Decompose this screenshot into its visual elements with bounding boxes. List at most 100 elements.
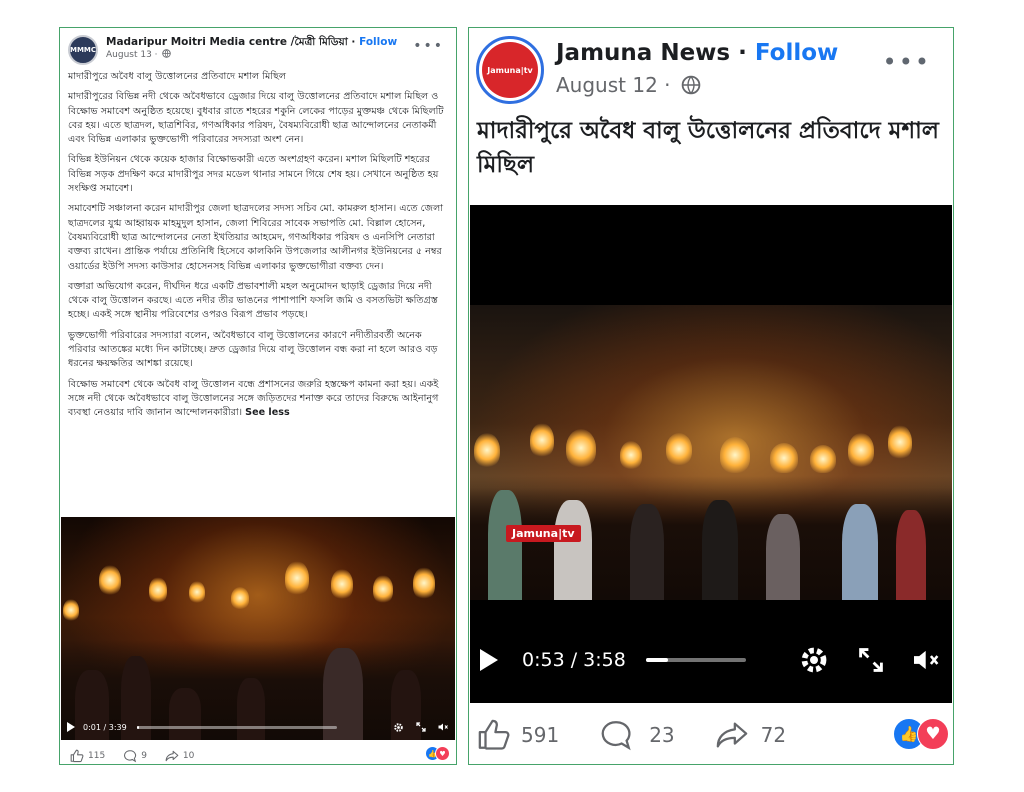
gear-icon[interactable] bbox=[393, 722, 404, 733]
torch-flame bbox=[189, 581, 205, 603]
post-paragraph: মাদারীপুরের বিভিন্ন নদী থেকে অবৈধভাবে ড্… bbox=[68, 91, 444, 146]
page-name-line: Jamuna News · Follow bbox=[556, 38, 838, 68]
torch-flame bbox=[770, 443, 798, 473]
post-paragraph: সমাবেশটি সঞ্চালনা করেন মাদারীপুর জেলা ছা… bbox=[68, 203, 444, 272]
fullscreen-icon[interactable] bbox=[858, 647, 884, 673]
page-name-line: Madaripur Moitri Media centre /মৈত্রী মি… bbox=[106, 35, 397, 49]
gear-icon[interactable] bbox=[798, 644, 830, 676]
jamuna-tv-watermark: Jamuna|tv bbox=[506, 525, 581, 542]
follow-button[interactable]: Follow bbox=[359, 36, 397, 48]
progress-fill bbox=[136, 725, 139, 729]
post-date-line: August 13 · bbox=[106, 49, 397, 61]
progress-bar[interactable] bbox=[136, 725, 337, 729]
more-icon[interactable]: ••• bbox=[413, 38, 444, 54]
reaction-emojis[interactable]: 👍 ♥ bbox=[425, 746, 450, 761]
post-madaripur-moitri: MMMC Madaripur Moitri Media centre /মৈত্… bbox=[59, 27, 457, 765]
comment-action[interactable]: 23 bbox=[599, 718, 675, 752]
fullscreen-icon[interactable] bbox=[416, 722, 426, 732]
see-less-link[interactable]: See less bbox=[245, 407, 289, 418]
torch-flame bbox=[331, 569, 353, 599]
torch-flame bbox=[666, 433, 692, 465]
comment-count: 23 bbox=[649, 723, 675, 747]
torch-flame bbox=[373, 575, 393, 603]
torch-flame bbox=[888, 425, 912, 459]
video-time: 0:53 / 3:58 bbox=[522, 649, 626, 671]
avatar-logo-text: Jamuna|tv bbox=[487, 65, 533, 75]
video-frame-torch-rally: Jamuna|tv bbox=[470, 305, 952, 600]
torch-flame bbox=[63, 599, 79, 621]
post-paragraph-last: বিক্ষোভ সমাবেশ থেকে অবৈধ বালু উত্তোলন বন… bbox=[68, 378, 452, 421]
progress-fill bbox=[645, 658, 668, 662]
post-date[interactable]: August 13 · bbox=[106, 50, 158, 60]
torch-flame bbox=[720, 437, 750, 473]
torch-flame bbox=[620, 441, 642, 469]
post-jamuna-news: Jamuna|tv Jamuna News · Follow August 12… bbox=[468, 27, 954, 765]
post-header: MMMC Madaripur Moitri Media centre /মৈত্… bbox=[68, 35, 426, 65]
torch-flame bbox=[149, 577, 167, 603]
post-date-line: August 12 · bbox=[556, 70, 838, 100]
like-count: 115 bbox=[88, 751, 106, 761]
jamuna-logo: Jamuna|tv bbox=[482, 42, 538, 98]
torch-flame bbox=[285, 561, 309, 595]
torch-flame bbox=[413, 567, 435, 599]
torch-flame bbox=[530, 423, 554, 457]
progress-bar[interactable] bbox=[645, 658, 746, 662]
avatar-logo-text: MMMC bbox=[69, 46, 97, 54]
mute-icon[interactable] bbox=[438, 722, 449, 732]
page-name[interactable]: Jamuna News bbox=[556, 40, 730, 66]
person-silhouette bbox=[842, 504, 878, 600]
person-silhouette bbox=[554, 500, 592, 600]
video-right-controls bbox=[393, 722, 449, 733]
torch-flame bbox=[848, 433, 874, 467]
mute-icon[interactable] bbox=[912, 647, 942, 673]
love-reaction-icon: ♥ bbox=[917, 718, 949, 750]
video-controls: 0:01 / 3:39 bbox=[61, 718, 455, 736]
video-controls: 0:53 / 3:58 bbox=[470, 642, 952, 678]
post-paragraph: মাদারীপুরে অবৈধ বালু উত্তোলনের প্রতিবাদে… bbox=[68, 71, 287, 82]
reaction-emojis[interactable]: 👍 ♥ bbox=[893, 718, 949, 750]
video-scene: Jamuna|tv bbox=[470, 305, 952, 600]
more-icon[interactable]: ••• bbox=[883, 48, 931, 76]
person-silhouette bbox=[702, 500, 738, 600]
video-right-controls bbox=[798, 644, 942, 676]
share-count: 10 bbox=[182, 751, 195, 761]
love-reaction-icon: ♥ bbox=[435, 746, 450, 761]
page-avatar[interactable]: MMMC bbox=[68, 35, 98, 65]
globe-icon bbox=[162, 49, 172, 58]
comment-icon bbox=[601, 721, 631, 751]
reaction-bar: 115 9 10 👍 ♥ bbox=[70, 746, 450, 764]
separator-dot: · bbox=[351, 36, 360, 48]
comment-icon bbox=[124, 750, 137, 763]
post-body: মাদারীপুরে অবৈধ বালু উত্তোলনের প্রতিবাদে… bbox=[68, 70, 452, 427]
like-icon bbox=[478, 719, 510, 750]
reaction-bar: 591 23 72 👍 ♥ bbox=[477, 716, 949, 754]
person-silhouette bbox=[630, 504, 664, 600]
share-action[interactable]: 10 bbox=[165, 749, 194, 763]
person-silhouette bbox=[896, 510, 926, 600]
share-icon bbox=[165, 750, 179, 762]
page-avatar[interactable]: Jamuna|tv bbox=[476, 36, 544, 104]
person-silhouette bbox=[488, 490, 522, 600]
follow-button[interactable]: Follow bbox=[755, 40, 838, 66]
post-paragraph: ভুক্তভোগী পরিবারের সদস্যারা বলেন, অবৈধভা… bbox=[68, 329, 438, 370]
torch-flame bbox=[474, 433, 500, 467]
share-action[interactable]: 72 bbox=[715, 718, 786, 752]
video-player[interactable]: Jamuna|tv 0:53 / 3:58 bbox=[470, 205, 952, 703]
torch-flame bbox=[810, 445, 836, 473]
post-headline: মাদারীপুরে অবৈধ বালু উত্তোলনের প্রতিবাদে… bbox=[477, 118, 939, 178]
like-action[interactable]: 115 bbox=[70, 749, 105, 763]
separator-dot: · bbox=[738, 40, 755, 66]
page-name[interactable]: Madaripur Moitri Media centre /মৈত্রী মি… bbox=[106, 36, 348, 48]
person-silhouette bbox=[766, 514, 800, 600]
video-player[interactable]: 0:01 / 3:39 bbox=[61, 517, 455, 740]
play-icon[interactable] bbox=[480, 649, 498, 671]
play-icon[interactable] bbox=[67, 722, 75, 732]
globe-icon bbox=[681, 75, 701, 95]
like-action[interactable]: 591 bbox=[477, 718, 559, 752]
post-date[interactable]: August 12 · bbox=[556, 73, 671, 97]
torch-flame bbox=[566, 429, 596, 467]
comment-action[interactable]: 9 bbox=[123, 749, 147, 763]
share-count: 72 bbox=[760, 723, 787, 747]
like-count: 591 bbox=[521, 723, 560, 747]
post-header: Jamuna|tv Jamuna News · Follow August 12… bbox=[476, 36, 838, 104]
